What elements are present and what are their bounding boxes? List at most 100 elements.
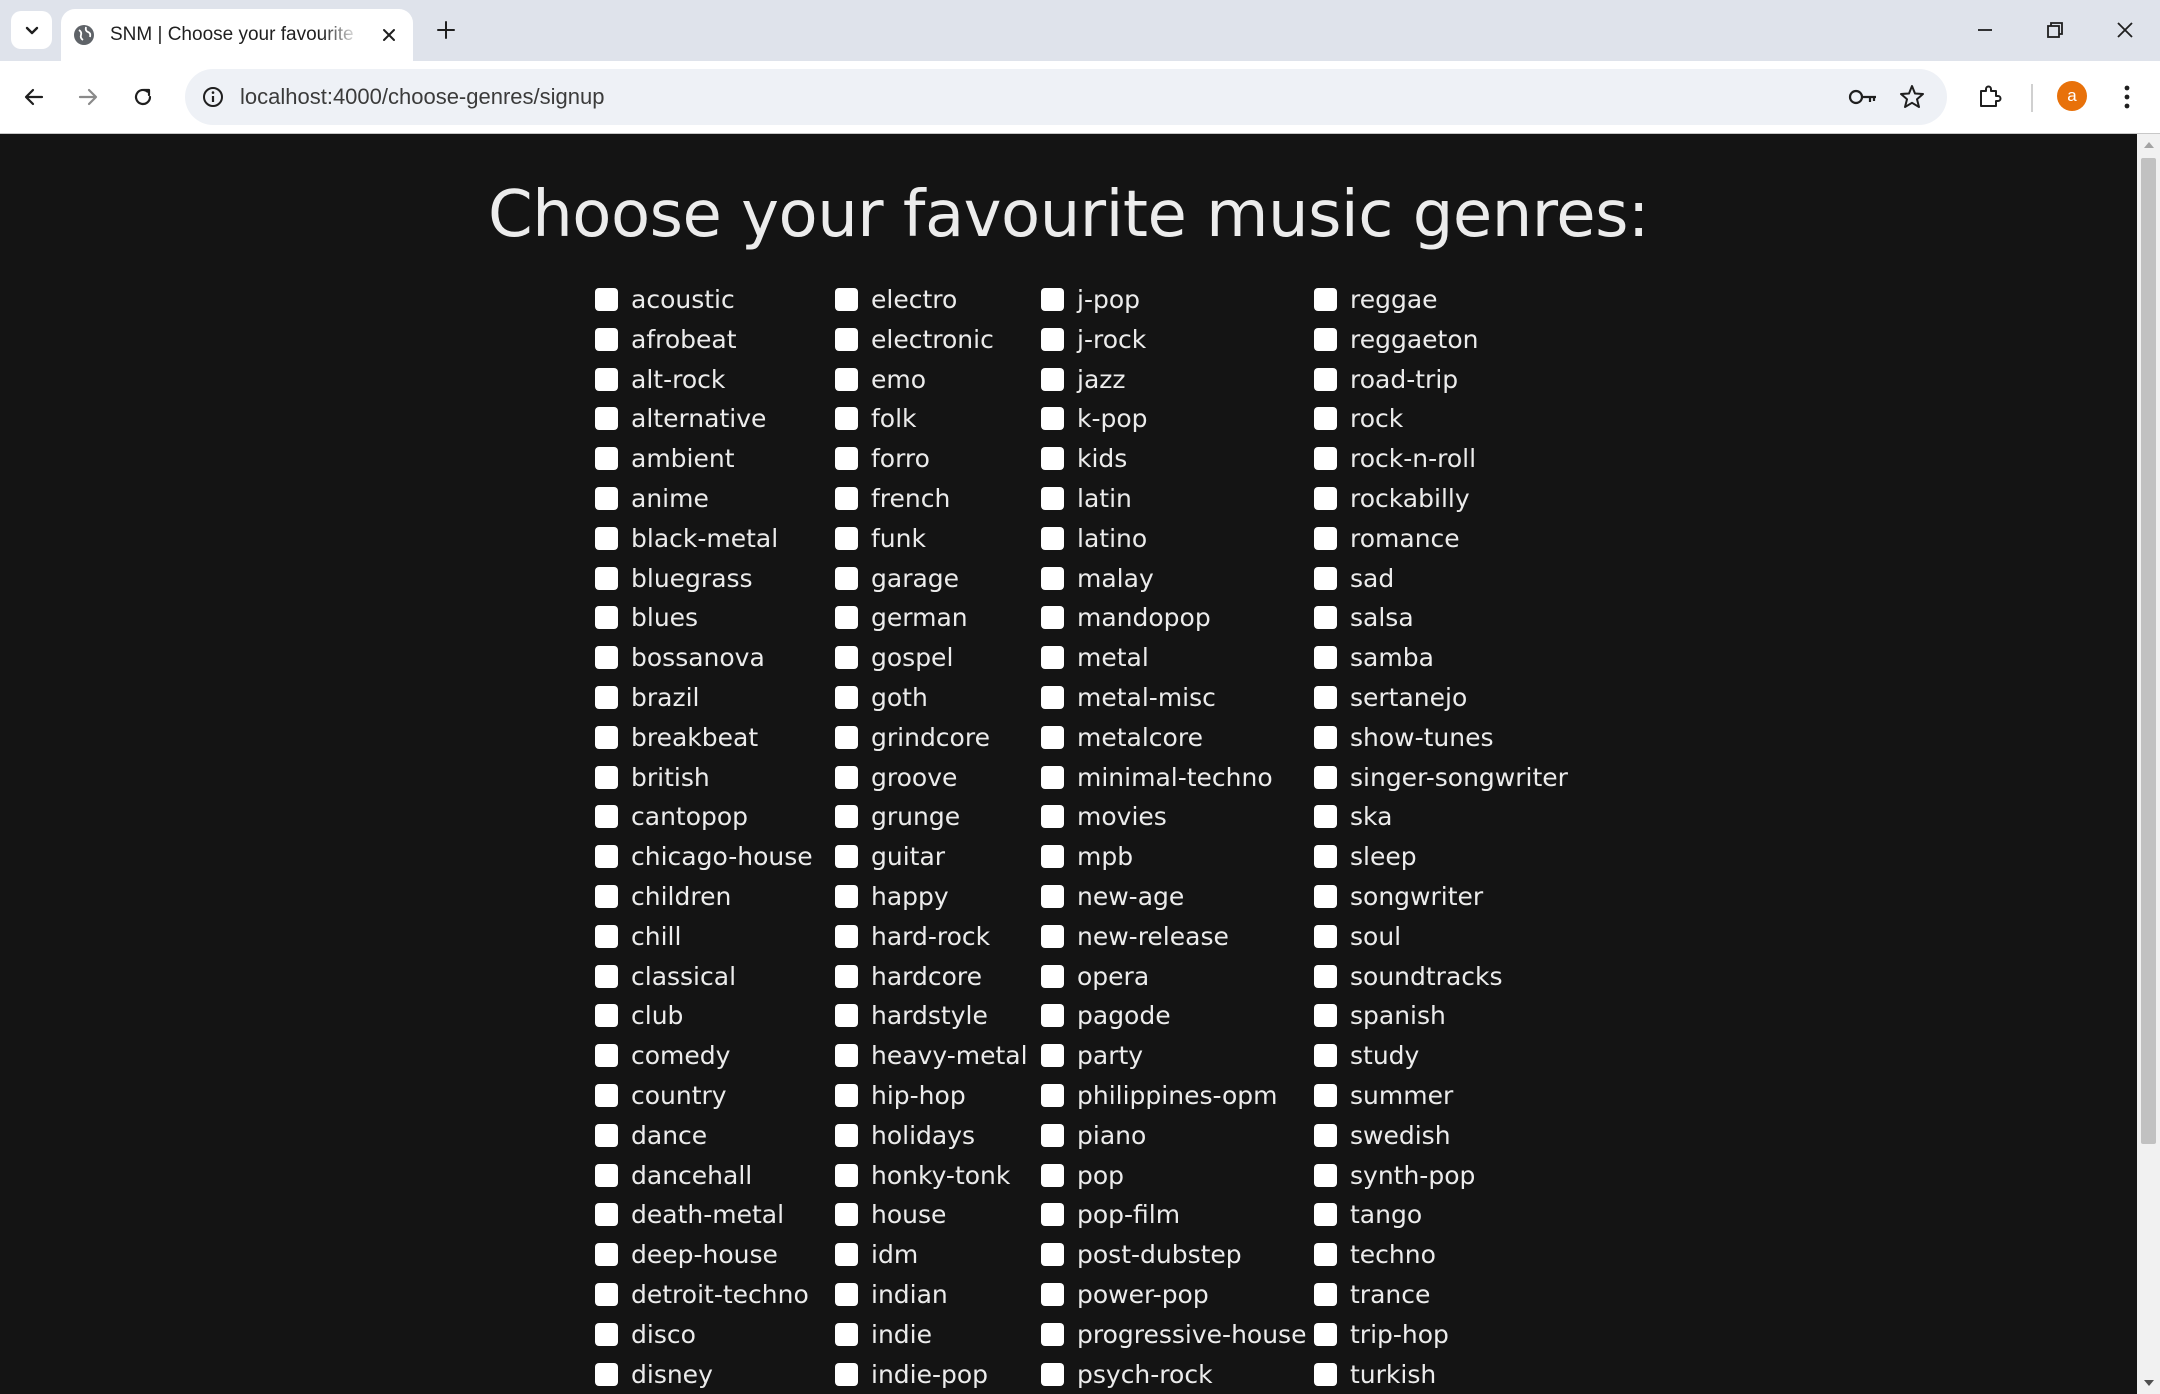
genre-checkbox[interactable] — [1041, 486, 1064, 510]
genre-checkbox[interactable] — [835, 1282, 858, 1306]
scroll-up-button[interactable] — [2137, 134, 2160, 156]
genre-checkbox[interactable] — [595, 924, 618, 948]
genre-checkbox[interactable] — [1314, 1123, 1337, 1147]
genre-checkbox[interactable] — [835, 685, 858, 709]
genre-checkbox[interactable] — [835, 725, 858, 749]
genre-checkbox[interactable] — [1314, 845, 1337, 869]
reload-button[interactable] — [121, 75, 165, 119]
genre-checkbox[interactable] — [835, 1044, 858, 1068]
genre-checkbox[interactable] — [595, 1044, 618, 1068]
genre-checkbox[interactable] — [1314, 407, 1337, 431]
browser-menu-button[interactable] — [2107, 77, 2147, 117]
genre-checkbox[interactable] — [1041, 1282, 1064, 1306]
genre-checkbox[interactable] — [1041, 765, 1064, 789]
genre-checkbox[interactable] — [595, 526, 618, 550]
genre-checkbox[interactable] — [1041, 1322, 1064, 1346]
page-scrollbar[interactable] — [2137, 134, 2160, 1394]
genre-checkbox[interactable] — [835, 486, 858, 510]
genre-checkbox[interactable] — [835, 1243, 858, 1267]
genre-checkbox[interactable] — [595, 367, 618, 391]
site-info-button[interactable] — [199, 83, 227, 111]
genre-checkbox[interactable] — [835, 526, 858, 550]
genre-checkbox[interactable] — [835, 765, 858, 789]
genre-checkbox[interactable] — [835, 1004, 858, 1028]
back-button[interactable] — [12, 75, 56, 119]
genre-checkbox[interactable] — [595, 566, 618, 590]
genre-checkbox[interactable] — [1041, 367, 1064, 391]
genre-checkbox[interactable] — [1041, 1083, 1064, 1107]
genre-checkbox[interactable] — [1041, 646, 1064, 670]
genre-checkbox[interactable] — [595, 1004, 618, 1028]
genre-checkbox[interactable] — [1314, 1362, 1337, 1386]
genre-checkbox[interactable] — [1314, 1004, 1337, 1028]
genre-checkbox[interactable] — [595, 1282, 618, 1306]
genre-checkbox[interactable] — [1041, 566, 1064, 590]
genre-checkbox[interactable] — [595, 1123, 618, 1147]
genre-checkbox[interactable] — [1041, 725, 1064, 749]
bookmark-button[interactable] — [1896, 81, 1928, 113]
genre-checkbox[interactable] — [595, 1203, 618, 1227]
genre-checkbox[interactable] — [1041, 884, 1064, 908]
genre-checkbox[interactable] — [1314, 1243, 1337, 1267]
genre-checkbox[interactable] — [1041, 805, 1064, 829]
genre-checkbox[interactable] — [1041, 447, 1064, 471]
genre-checkbox[interactable] — [1314, 447, 1337, 471]
genre-checkbox[interactable] — [1314, 884, 1337, 908]
genre-checkbox[interactable] — [595, 725, 618, 749]
genre-checkbox[interactable] — [835, 1362, 858, 1386]
genre-checkbox[interactable] — [595, 606, 618, 630]
close-window-button[interactable] — [2095, 10, 2155, 50]
genre-checkbox[interactable] — [1314, 486, 1337, 510]
genre-checkbox[interactable] — [595, 447, 618, 471]
genre-checkbox[interactable] — [1041, 288, 1064, 311]
genre-checkbox[interactable] — [1041, 1243, 1064, 1267]
profile-avatar[interactable]: a — [2057, 81, 2087, 111]
genre-checkbox[interactable] — [1041, 1362, 1064, 1386]
genre-checkbox[interactable] — [1041, 407, 1064, 431]
browser-tab-active[interactable]: SNM | Choose your favourite genres — [61, 9, 413, 61]
genre-checkbox[interactable] — [1314, 685, 1337, 709]
genre-checkbox[interactable] — [835, 1083, 858, 1107]
genre-checkbox[interactable] — [1314, 566, 1337, 590]
genre-checkbox[interactable] — [1041, 685, 1064, 709]
minimize-button[interactable] — [1955, 10, 2015, 50]
genre-checkbox[interactable] — [835, 327, 858, 351]
genre-checkbox[interactable] — [1314, 765, 1337, 789]
genre-checkbox[interactable] — [595, 407, 618, 431]
genre-checkbox[interactable] — [1041, 1203, 1064, 1227]
genre-checkbox[interactable] — [1041, 1044, 1064, 1068]
genre-checkbox[interactable] — [595, 1083, 618, 1107]
genre-checkbox[interactable] — [595, 685, 618, 709]
genre-checkbox[interactable] — [1314, 606, 1337, 630]
genre-checkbox[interactable] — [835, 845, 858, 869]
genre-checkbox[interactable] — [595, 327, 618, 351]
genre-checkbox[interactable] — [595, 1163, 618, 1187]
password-key-button[interactable] — [1847, 81, 1879, 113]
new-tab-button[interactable] — [430, 14, 462, 46]
genre-checkbox[interactable] — [595, 1322, 618, 1346]
genre-checkbox[interactable] — [1314, 526, 1337, 550]
genre-checkbox[interactable] — [1041, 606, 1064, 630]
scroll-down-button[interactable] — [2137, 1372, 2160, 1394]
genre-checkbox[interactable] — [595, 765, 618, 789]
genre-checkbox[interactable] — [1314, 1083, 1337, 1107]
genre-checkbox[interactable] — [835, 1123, 858, 1147]
genre-checkbox[interactable] — [1314, 725, 1337, 749]
genre-checkbox[interactable] — [835, 566, 858, 590]
genre-checkbox[interactable] — [835, 1322, 858, 1346]
genre-checkbox[interactable] — [835, 447, 858, 471]
genre-checkbox[interactable] — [1314, 288, 1337, 311]
tab-search-button[interactable] — [11, 11, 52, 49]
genre-checkbox[interactable] — [1041, 1123, 1064, 1147]
address-bar[interactable]: localhost:4000/choose-genres/signup — [185, 69, 1947, 125]
genre-checkbox[interactable] — [1314, 327, 1337, 351]
genre-checkbox[interactable] — [1314, 1044, 1337, 1068]
forward-button[interactable] — [66, 75, 110, 119]
genre-checkbox[interactable] — [595, 1243, 618, 1267]
genre-checkbox[interactable] — [1314, 805, 1337, 829]
genre-checkbox[interactable] — [595, 486, 618, 510]
genre-checkbox[interactable] — [835, 367, 858, 391]
genre-checkbox[interactable] — [1041, 924, 1064, 948]
genre-checkbox[interactable] — [835, 1203, 858, 1227]
genre-checkbox[interactable] — [1041, 845, 1064, 869]
